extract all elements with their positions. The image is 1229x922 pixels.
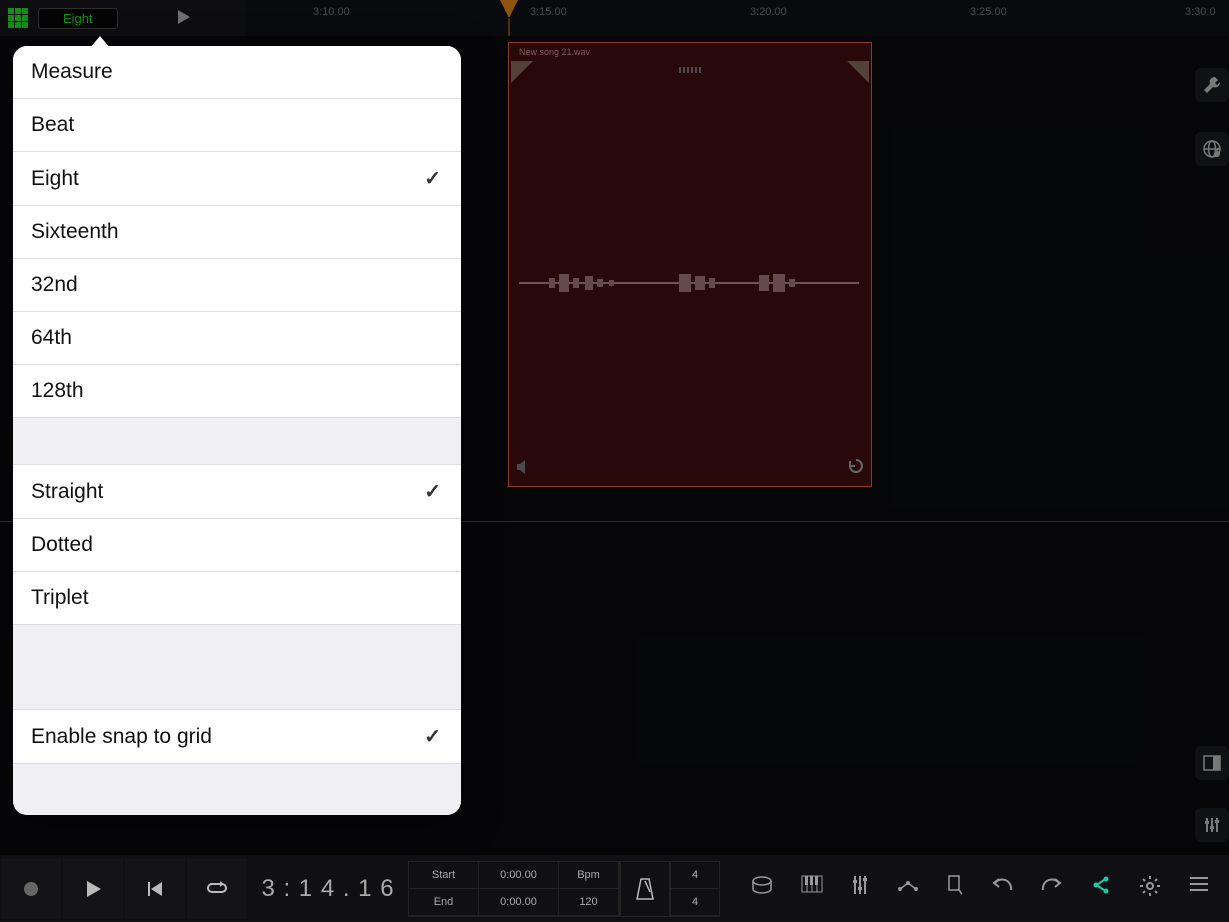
mixer-icon[interactable] <box>851 875 869 903</box>
snap-popover: Measure Beat Eight✓ Sixteenth 32nd 64th … <box>13 46 461 815</box>
menu-item-eight[interactable]: Eight ✓ <box>13 152 461 206</box>
transport-bar: 3 : 1 4 . 1 6 Start 0:00.00 Bpm End 0:00… <box>0 855 1229 922</box>
automation-icon[interactable] <box>897 875 919 903</box>
snap-toggle-list: Enable snap to grid ✓ <box>13 710 461 763</box>
marker-icon[interactable] <box>947 875 963 903</box>
menu-item-label: Straight <box>31 480 103 504</box>
rewind-button[interactable] <box>125 859 185 919</box>
menu-item-triplet[interactable]: Triplet <box>13 572 461 624</box>
menu-item-label: Triplet <box>31 586 89 610</box>
play-button[interactable] <box>63 859 123 919</box>
menu-section-divider <box>13 763 461 815</box>
check-icon: ✓ <box>424 166 441 191</box>
menu-item-dotted[interactable]: Dotted <box>13 519 461 572</box>
locator-grid: Start 0:00.00 Bpm End 0:00.00 120 <box>408 861 620 917</box>
share-icon[interactable] <box>1091 875 1111 903</box>
ts-bottom: 4 <box>671 889 719 916</box>
menu-item-label: Beat <box>31 113 74 137</box>
feel-list: Straight ✓ Dotted Triplet <box>13 465 461 624</box>
metronome-button[interactable] <box>620 861 670 917</box>
menu-item-straight[interactable]: Straight ✓ <box>13 465 461 519</box>
menu-item-label: Enable snap to grid <box>31 725 212 749</box>
menu-item-32nd[interactable]: 32nd <box>13 259 461 312</box>
settings-icon[interactable] <box>1139 875 1161 903</box>
menu-section-divider <box>13 624 461 710</box>
menu-item-label: 32nd <box>31 273 78 297</box>
menu-item-sixteenth[interactable]: Sixteenth <box>13 206 461 259</box>
keyboard-icon[interactable] <box>801 875 823 903</box>
menu-section-divider <box>13 417 461 465</box>
popover-arrow <box>90 36 110 48</box>
redo-icon[interactable] <box>1041 875 1063 903</box>
start-value[interactable]: 0:00.00 <box>479 862 559 889</box>
bpm-label: Bpm <box>559 862 619 889</box>
end-label: End <box>409 889 479 916</box>
bpm-value[interactable]: 120 <box>559 889 619 916</box>
menu-item-label: Measure <box>31 60 113 84</box>
time-signature[interactable]: 4 4 <box>670 861 720 917</box>
menu-item-label: 64th <box>31 326 72 350</box>
check-icon: ✓ <box>424 479 441 504</box>
bottom-tool-icons <box>751 875 1229 903</box>
menu-item-label: 128th <box>31 379 84 403</box>
record-button[interactable] <box>1 859 61 919</box>
menu-item-beat[interactable]: Beat <box>13 99 461 152</box>
drum-icon[interactable] <box>751 875 773 903</box>
loop-button[interactable] <box>187 859 247 919</box>
start-label: Start <box>409 862 479 889</box>
time-display[interactable]: 3 : 1 4 . 1 6 <box>248 875 408 903</box>
ts-top: 4 <box>671 862 719 889</box>
menu-item-measure[interactable]: Measure <box>13 46 461 99</box>
menu-item-label: Dotted <box>31 533 93 557</box>
menu-item-snap-toggle[interactable]: Enable snap to grid ✓ <box>13 710 461 763</box>
menu-icon[interactable] <box>1189 875 1209 903</box>
check-icon: ✓ <box>424 724 441 749</box>
menu-item-128th[interactable]: 128th <box>13 365 461 417</box>
undo-icon[interactable] <box>991 875 1013 903</box>
menu-item-64th[interactable]: 64th <box>13 312 461 365</box>
division-list: Measure Beat Eight✓ Sixteenth 32nd 64th … <box>13 46 461 417</box>
menu-item-label: Sixteenth <box>31 220 119 244</box>
end-value[interactable]: 0:00.00 <box>479 889 559 916</box>
menu-item-label: Eight <box>31 167 79 191</box>
